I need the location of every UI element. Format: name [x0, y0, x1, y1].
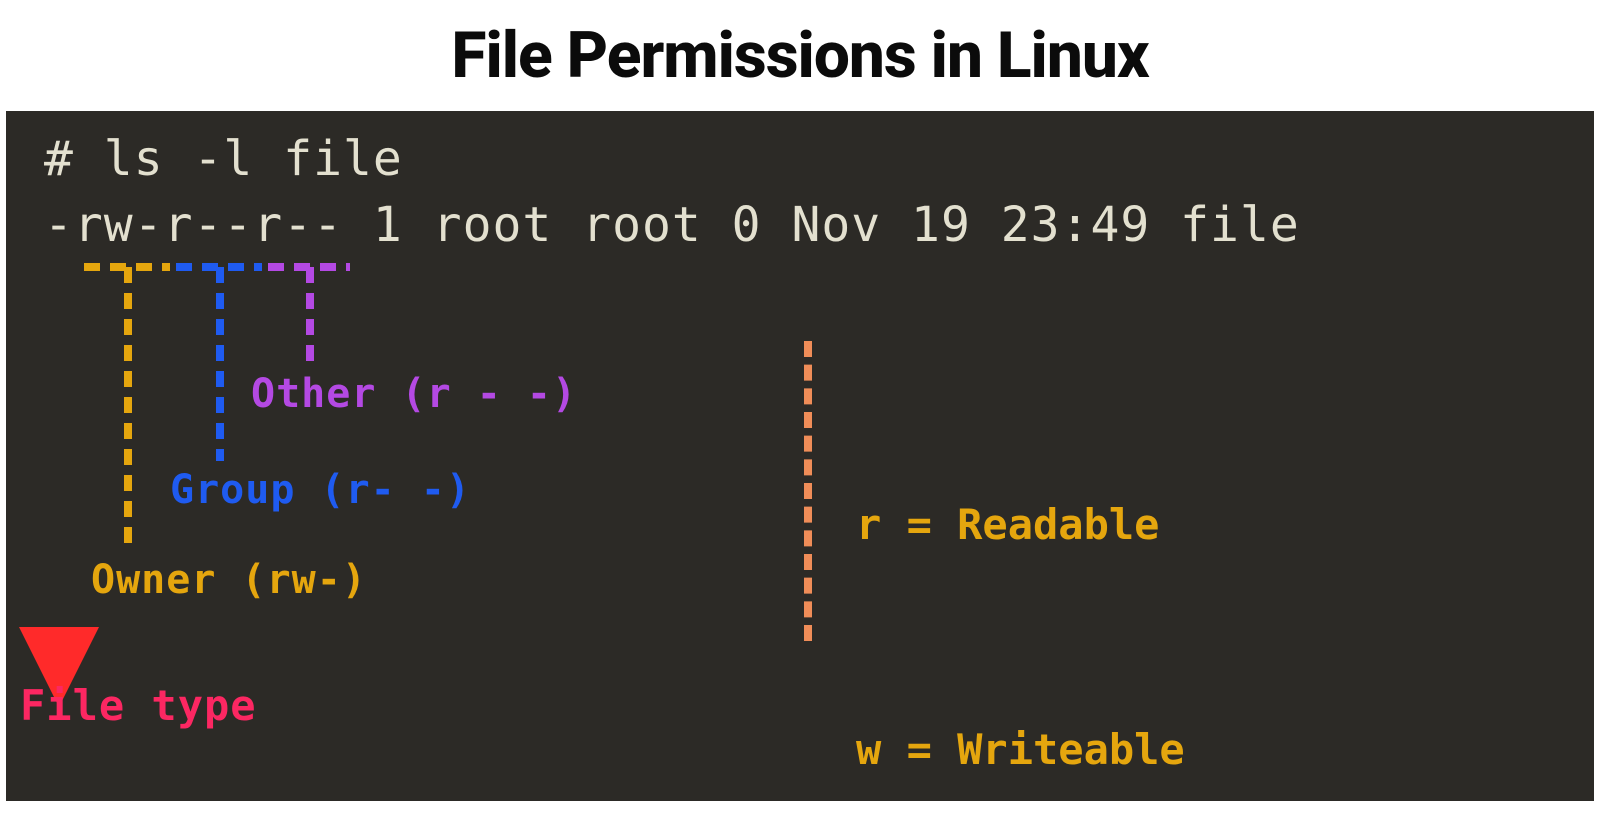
terminal-diagram-panel: # ls -l file -rw-r--r-- 1 root root 0 No…: [6, 111, 1594, 801]
group-label: Group (r- -): [170, 467, 471, 513]
page-title: File Permissions in Linux: [0, 18, 1600, 93]
filetype-label: File type: [20, 681, 257, 730]
legend-divider: [804, 341, 812, 641]
legend-readable: r = Readable: [856, 487, 1210, 562]
terminal-listing-line: -rw-r--r-- 1 root root 0 Nov 19 23:49 fi…: [44, 197, 1300, 253]
owner-label: Owner (rw-): [91, 557, 367, 603]
legend: r = Readable w = Writeable x = Executabl…: [856, 337, 1210, 840]
legend-writeable: w = Writeable: [856, 712, 1210, 787]
terminal-command: # ls -l file: [44, 131, 403, 187]
other-label: Other (r - -): [251, 371, 577, 417]
